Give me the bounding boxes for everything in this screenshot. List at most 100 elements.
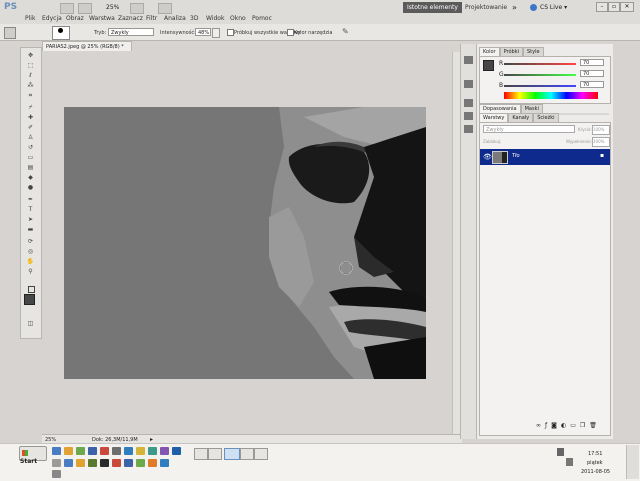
g-input[interactable]: 70: [580, 70, 604, 77]
quicklaunch-icon-21[interactable]: [160, 459, 169, 467]
pen-tool-icon[interactable]: ✒: [24, 196, 37, 204]
arrange-documents-button[interactable]: [158, 3, 172, 14]
menu-3d[interactable]: 3D: [190, 15, 198, 22]
taskbar-app-photoshop[interactable]: [224, 448, 240, 460]
color-spectrum-bar[interactable]: [504, 92, 598, 99]
gradient-tool-icon[interactable]: ▤: [24, 164, 37, 172]
quicklaunch-icon-7[interactable]: [124, 447, 133, 455]
tool-preset-picker[interactable]: [4, 27, 16, 39]
type-tool-icon[interactable]: T: [24, 206, 37, 214]
character-panel-icon[interactable]: [464, 125, 473, 133]
tablet-pressure-icon[interactable]: ✎: [342, 27, 349, 36]
quicklaunch-icon-22[interactable]: [52, 470, 61, 478]
eraser-tool-icon[interactable]: ▭: [24, 154, 37, 162]
quicklaunch-icon-5[interactable]: [100, 447, 109, 455]
layer-row[interactable]: 👁 Tło ▪: [480, 149, 610, 165]
close-window-button[interactable]: ✕: [620, 2, 634, 12]
quicklaunch-icon-18[interactable]: [124, 459, 133, 467]
menu-select[interactable]: Zaznacz: [118, 15, 143, 22]
quicklaunch-icon-1[interactable]: [52, 447, 61, 455]
start-button[interactable]: Start: [19, 446, 47, 465]
move-tool-icon[interactable]: ✥: [24, 52, 37, 60]
blur-tool-icon[interactable]: ◆: [24, 174, 37, 182]
b-slider[interactable]: [504, 85, 576, 87]
quick-select-tool-icon[interactable]: ⁂: [24, 82, 37, 90]
clone-stamp-tool-icon[interactable]: ♙: [24, 134, 37, 142]
quicklaunch-icon-19[interactable]: [136, 459, 145, 467]
quicklaunch-icon-13[interactable]: [64, 459, 73, 467]
zoom-level-dropdown[interactable]: 25%: [106, 4, 119, 11]
sample-all-layers-checkbox[interactable]: [227, 29, 234, 36]
3d-rotate-tool-icon[interactable]: ⟳: [24, 238, 37, 246]
hand-tool-icon[interactable]: ✋: [24, 258, 37, 266]
minimize-button[interactable]: –: [596, 2, 608, 12]
mode-select[interactable]: Zwykły: [108, 28, 154, 36]
3d-orbit-tool-icon[interactable]: ◎: [24, 248, 37, 256]
quicklaunch-icon-16[interactable]: [100, 459, 109, 467]
quicklaunch-icon-2[interactable]: [64, 447, 73, 455]
actions-panel-icon[interactable]: [464, 80, 473, 88]
quicklaunch-icon-8[interactable]: [136, 447, 145, 455]
r-input[interactable]: 70: [580, 59, 604, 66]
swap-colors-icon[interactable]: [28, 286, 35, 293]
quicklaunch-icon-11[interactable]: [172, 447, 181, 455]
dodge-tool-icon[interactable]: ●: [24, 184, 37, 192]
g-slider[interactable]: [504, 74, 576, 76]
color-checkbox[interactable]: [287, 29, 294, 36]
lasso-tool-icon[interactable]: ℓ: [24, 72, 37, 80]
foreground-color-swatch[interactable]: [24, 294, 35, 305]
layer-name[interactable]: Tło: [512, 153, 520, 159]
tab-adjustments[interactable]: Dopasowania: [479, 104, 521, 113]
layer-mask-icon[interactable]: ◙: [551, 422, 557, 431]
quicklaunch-icon-15[interactable]: [88, 459, 97, 467]
document-tab[interactable]: PARIAS2.jpeg @ 25% (RGB/8) *: [42, 41, 132, 51]
menu-edit[interactable]: Edycja: [42, 15, 62, 22]
brush-panel-icon[interactable]: [464, 99, 473, 107]
visibility-eye-icon[interactable]: 👁: [483, 153, 492, 161]
shape-tool-icon[interactable]: ▬: [24, 226, 37, 234]
fill-input[interactable]: 100%: [592, 137, 610, 147]
marquee-tool-icon[interactable]: ⬚: [24, 62, 37, 70]
workspace-essentials-button[interactable]: Istotne elementy: [403, 2, 462, 13]
quicklaunch-icon-6[interactable]: [112, 447, 121, 455]
zoom-tool-icon[interactable]: ⚲: [24, 268, 37, 276]
clone-source-panel-icon[interactable]: [464, 112, 473, 120]
quicklaunch-icon-4[interactable]: [88, 447, 97, 455]
menu-image[interactable]: Obraz: [66, 15, 84, 22]
delete-layer-icon[interactable]: 🗑: [589, 422, 597, 431]
brush-preset-picker[interactable]: [52, 26, 70, 40]
menu-analysis[interactable]: Analiza: [164, 15, 186, 22]
minibridge-button[interactable]: [78, 3, 92, 14]
history-brush-tool-icon[interactable]: ↺: [24, 144, 37, 152]
link-layers-icon[interactable]: ∞: [536, 422, 541, 431]
tab-styles[interactable]: Style: [522, 47, 544, 56]
taskbar-app-5[interactable]: [254, 448, 268, 460]
new-layer-icon[interactable]: ❐: [580, 422, 585, 431]
tab-masks[interactable]: Maski: [520, 104, 543, 113]
vertical-scrollbar[interactable]: [452, 52, 460, 434]
tray-network-icon[interactable]: [557, 448, 564, 456]
bridge-button[interactable]: [60, 3, 74, 14]
menu-view[interactable]: Widok: [206, 15, 224, 22]
menu-filter[interactable]: Filtr: [146, 15, 157, 22]
b-input[interactable]: 70: [580, 81, 604, 88]
hand-tool-button[interactable]: [130, 3, 144, 14]
tab-paths[interactable]: Ścieżki: [533, 113, 559, 122]
menu-layer[interactable]: Warstwa: [89, 15, 115, 22]
menu-file[interactable]: Plik: [25, 15, 35, 22]
quicklaunch-icon-12[interactable]: [52, 459, 61, 467]
opacity-input[interactable]: 100%: [592, 125, 610, 135]
status-menu-arrow-icon[interactable]: ▸: [150, 436, 153, 443]
quicklaunch-icon-10[interactable]: [160, 447, 169, 455]
intensity-input[interactable]: 48%: [195, 28, 211, 36]
quicklaunch-icon-3[interactable]: [76, 447, 85, 455]
layer-style-icon[interactable]: ƒ: [545, 422, 547, 431]
path-selection-tool-icon[interactable]: ➤: [24, 216, 37, 224]
new-group-icon[interactable]: ▭: [570, 422, 576, 431]
workspace-overflow-icon[interactable]: »: [512, 3, 517, 12]
intensity-slider-toggle[interactable]: [212, 28, 220, 38]
tab-color[interactable]: Kolor: [479, 47, 500, 56]
cs-live-button[interactable]: CS Live ▾: [540, 4, 567, 11]
quicklaunch-icon-9[interactable]: [148, 447, 157, 455]
r-slider[interactable]: [504, 63, 576, 65]
